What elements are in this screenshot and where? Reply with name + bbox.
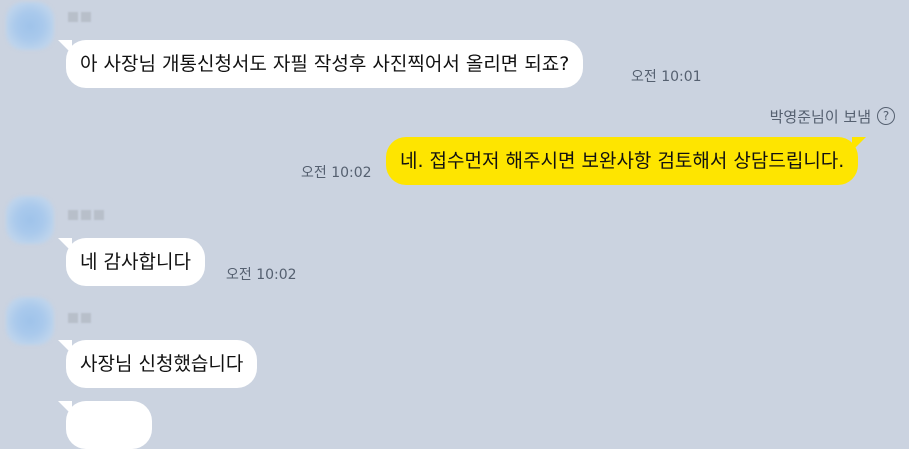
- avatar[interactable]: [6, 196, 54, 244]
- sender-name: [68, 313, 91, 323]
- message-time: 오전 10:02: [226, 267, 297, 283]
- sender-name: [68, 12, 91, 22]
- message-text: 네 감사합니다: [80, 251, 191, 273]
- message-bubble-incoming[interactable]: 사장님 신청했습니다: [57, 340, 258, 388]
- message-bubble-outgoing[interactable]: 네. 접수먼저 해주시면 보완사항 검토해서 상담드립니다.: [386, 137, 867, 185]
- message-text: 사장님 신청했습니다: [80, 353, 244, 375]
- message-bubble-partial[interactable]: [58, 401, 152, 449]
- message-bubble-incoming[interactable]: 네 감사합니다: [58, 238, 205, 286]
- message-bubble-incoming[interactable]: 아 사장님 개통신청서도 자필 작성후 사진찍어서 올리면 되죠?: [57, 40, 584, 88]
- avatar[interactable]: [6, 297, 54, 345]
- read-by-label: 박영준님이 보냄: [769, 107, 871, 126]
- message-time: 오전 10:02: [301, 165, 372, 181]
- message-text: 아 사장님 개통신청서도 자필 작성후 사진찍어서 올리면 되죠?: [80, 53, 570, 75]
- question-circle-icon[interactable]: ?: [877, 107, 895, 125]
- message-text: 네. 접수먼저 해주시면 보완사항 검토해서 상담드립니다.: [400, 150, 845, 172]
- read-by-info: 박영준님이 보냄 ?: [770, 103, 895, 129]
- sender-name: [68, 210, 104, 220]
- message-time: 오전 10:01: [631, 69, 702, 85]
- avatar[interactable]: [6, 2, 54, 50]
